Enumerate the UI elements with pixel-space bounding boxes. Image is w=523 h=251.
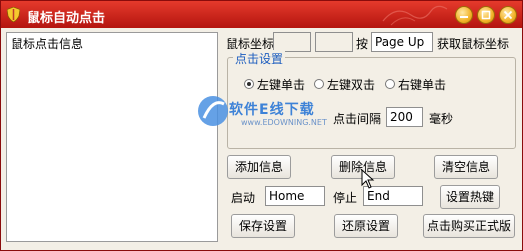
title-bar[interactable]: 鼠标自动点击 bbox=[1, 1, 522, 28]
list-header: 鼠标点击信息 bbox=[11, 37, 84, 51]
press-label: 按 bbox=[356, 37, 369, 51]
buy-full-version-label: 点击购买正式版 bbox=[426, 219, 511, 233]
watermark-url: www.EDOWNING.NET bbox=[241, 118, 327, 127]
watermark-logo-icon bbox=[198, 96, 228, 126]
stop-label: 停止 bbox=[333, 191, 358, 205]
close-icon bbox=[503, 10, 513, 20]
radio-left-double[interactable] bbox=[314, 79, 324, 89]
stop-hotkey-field[interactable]: End bbox=[363, 186, 423, 206]
window-title: 鼠标自动点击 bbox=[27, 11, 106, 26]
add-info-button[interactable]: 添加信息 bbox=[227, 155, 291, 179]
mouse-cursor-icon bbox=[361, 169, 375, 189]
buy-full-version-button[interactable]: 点击购买正式版 bbox=[423, 214, 515, 238]
radio-left-single[interactable] bbox=[244, 79, 254, 89]
set-hotkey-button[interactable]: 设置热键 bbox=[440, 185, 500, 209]
title-ornament-icon bbox=[382, 5, 448, 26]
restore-settings-label: 还原设置 bbox=[341, 219, 390, 233]
clear-info-button[interactable]: 清空信息 bbox=[434, 155, 498, 179]
watermark-text: 软件E线下载 bbox=[229, 102, 315, 118]
start-label: 启动 bbox=[231, 191, 256, 205]
add-info-label: 添加信息 bbox=[234, 160, 283, 174]
maximize-button[interactable] bbox=[477, 6, 495, 24]
option-left-single-label[interactable]: 左键单击 bbox=[257, 76, 305, 93]
coord-hotkey-field[interactable]: Page Up bbox=[371, 32, 433, 52]
click-settings-title: 点击设置 bbox=[233, 50, 286, 67]
close-button[interactable] bbox=[499, 6, 517, 24]
interval-field[interactable]: 200 bbox=[386, 107, 423, 127]
save-settings-button[interactable]: 保存设置 bbox=[231, 214, 295, 238]
save-settings-label: 保存设置 bbox=[238, 219, 287, 233]
get-coords-label: 获取鼠标坐标 bbox=[437, 37, 510, 51]
maximize-icon bbox=[481, 10, 491, 20]
coord-y-field[interactable] bbox=[315, 32, 353, 52]
option-right-single-label[interactable]: 右键单击 bbox=[398, 76, 446, 93]
minimize-button[interactable] bbox=[455, 6, 473, 24]
clear-info-label: 清空信息 bbox=[441, 160, 490, 174]
minimize-icon bbox=[460, 16, 468, 18]
start-hotkey-field[interactable]: Home bbox=[265, 186, 325, 206]
restore-settings-button[interactable]: 还原设置 bbox=[334, 214, 398, 238]
app-window: 鼠标自动点击 鼠标点击信息 鼠标坐标 按 Page Up 获取鼠标坐标 点击设置… bbox=[0, 0, 523, 251]
set-hotkey-label: 设置热键 bbox=[445, 190, 494, 204]
radio-right-single[interactable] bbox=[385, 79, 395, 89]
option-left-double-label[interactable]: 左键双击 bbox=[327, 76, 375, 93]
shield-icon bbox=[7, 7, 20, 22]
interval-label: 点击间隔 bbox=[333, 112, 382, 126]
click-info-list[interactable]: 鼠标点击信息 bbox=[6, 32, 218, 242]
coord-x-field[interactable] bbox=[273, 32, 311, 52]
interval-unit: 毫秒 bbox=[429, 112, 454, 126]
